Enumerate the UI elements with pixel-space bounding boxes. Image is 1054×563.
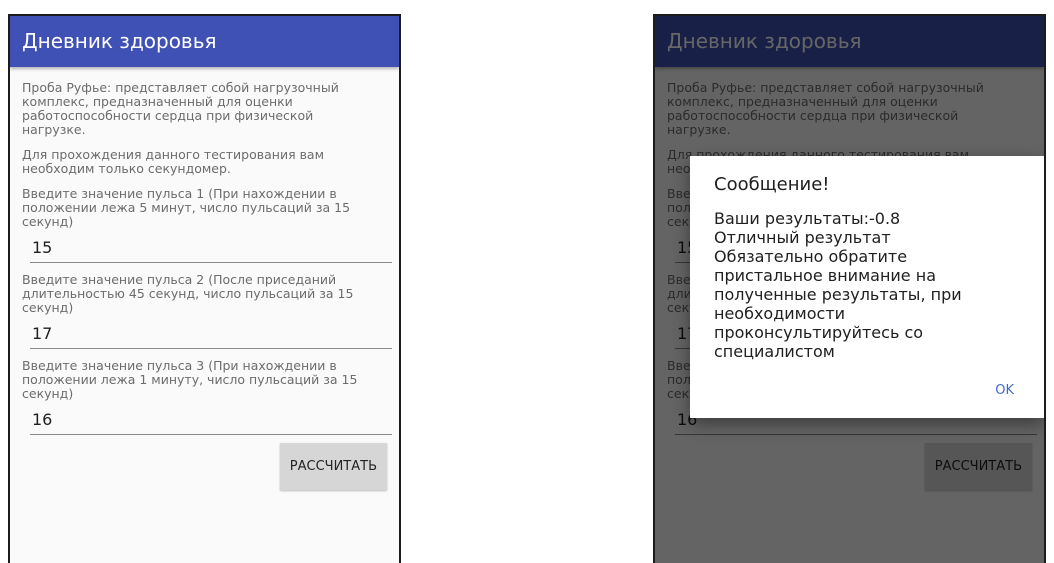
form-content: Проба Руфье: представляет собой нагрузоч… bbox=[10, 67, 399, 490]
test-description: Проба Руфье: представляет собой нагрузоч… bbox=[22, 80, 339, 137]
ok-button[interactable]: OK bbox=[989, 379, 1020, 402]
phone-screen-result: Дневник здоровья Проба Руфье: представля… bbox=[653, 14, 1046, 563]
pulse-2-label: Введите значение пульса 2 (После приседа… bbox=[22, 272, 354, 315]
pulse-1-label: Введите значение пульса 1 (При нахождени… bbox=[22, 186, 351, 229]
button-row: РАССЧИТАТЬ bbox=[22, 443, 387, 490]
phone-screen-form: Дневник здоровья Проба Руфье: представля… bbox=[8, 14, 401, 563]
calculate-button[interactable]: РАССЧИТАТЬ bbox=[279, 443, 387, 490]
pulse-2-input[interactable]: 17 bbox=[30, 321, 392, 349]
dialog-title: Сообщение! bbox=[714, 174, 830, 195]
app-bar: Дневник здоровья bbox=[10, 16, 399, 67]
pulse-1-input[interactable]: 15 bbox=[30, 235, 392, 263]
result-dialog: Сообщение! Ваши результаты:-0.8 Отличный… bbox=[690, 156, 1044, 418]
dialog-actions: OK bbox=[714, 379, 1020, 402]
dialog-message: Ваши результаты:-0.8 Отличный результат … bbox=[714, 209, 962, 361]
pulse-3-label: Введите значение пульса 3 (При нахождени… bbox=[22, 358, 358, 401]
app-title: Дневник здоровья bbox=[22, 29, 217, 53]
pulse-3-input[interactable]: 16 bbox=[30, 407, 392, 435]
test-instruction: Для прохождения данного тестирования вам… bbox=[22, 147, 325, 176]
